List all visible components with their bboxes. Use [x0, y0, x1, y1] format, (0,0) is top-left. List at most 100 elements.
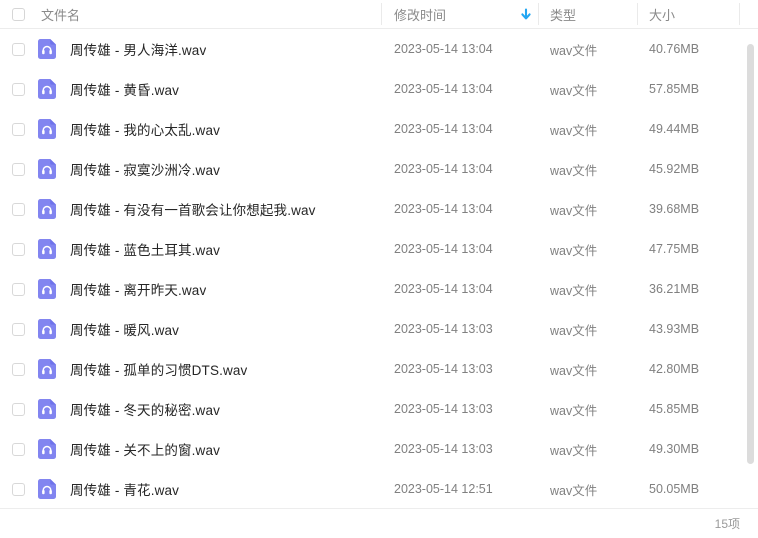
file-size-label: 45.85MB — [649, 402, 700, 416]
row-checkbox-cell[interactable] — [12, 189, 27, 229]
file-name-cell[interactable]: 周传雄 - 暖风.wav — [70, 309, 179, 349]
file-icon-cell — [38, 69, 58, 109]
row-checkbox-cell[interactable] — [12, 149, 27, 189]
row-checkbox-cell[interactable] — [12, 469, 27, 508]
row-checkbox[interactable] — [12, 362, 25, 376]
row-checkbox[interactable] — [12, 402, 25, 416]
table-row[interactable]: 周传雄 - 我的心太乱.wav 2023-05-14 13:04 wav文件 49.4… — [0, 109, 758, 149]
file-name-cell[interactable]: 周传雄 - 青花.wav — [70, 469, 179, 508]
audio-file-icon — [38, 79, 56, 99]
row-checkbox-cell[interactable] — [12, 349, 27, 389]
file-type-cell: wav文件 — [550, 349, 597, 389]
table-row[interactable]: 周传雄 - 青花.wav 2023-05-14 12:51 wav文件 50.05MB — [0, 469, 758, 508]
row-checkbox[interactable] — [12, 202, 25, 216]
table-row[interactable]: 周传雄 - 关不上的窗.wav 2023-05-14 13:03 wav文件 49.3… — [0, 429, 758, 469]
row-checkbox-cell[interactable] — [12, 109, 27, 149]
file-size-cell: 36.21MB — [649, 269, 699, 309]
audio-file-icon — [38, 239, 56, 259]
table-row[interactable]: 周传雄 - 寂寞沙洲冷.wav 2023-05-14 13:04 wav文件 45.9… — [0, 149, 758, 189]
table-row[interactable]: 周传雄 - 暖风.wav 2023-05-14 13:03 wav文件 43.93MB — [0, 309, 758, 349]
audio-file-icon — [38, 199, 56, 219]
file-name-cell[interactable]: 周传雄 - 男人海洋.wav — [70, 29, 206, 69]
column-divider-1[interactable] — [381, 3, 382, 25]
select-all-checkbox[interactable] — [12, 8, 25, 21]
audio-file-icon — [38, 359, 56, 379]
file-name-label: 周传雄 - 离开昨天.wav — [70, 283, 207, 298]
file-type-cell: wav文件 — [550, 429, 597, 469]
file-mtime-label: 2023-05-14 12:51 — [394, 482, 493, 496]
file-size-label: 40.76MB — [649, 42, 700, 56]
file-name-cell[interactable]: 周传雄 - 蓝色土耳其.wav — [70, 229, 220, 269]
row-checkbox[interactable] — [12, 482, 25, 496]
scrollbar-thumb[interactable] — [747, 44, 754, 464]
row-checkbox-cell[interactable] — [12, 229, 27, 269]
table-row[interactable]: 周传雄 - 黄昏.wav 2023-05-14 13:04 wav文件 57.85MB — [0, 69, 758, 109]
file-size-cell: 40.76MB — [649, 29, 699, 69]
file-size-cell: 47.75MB — [649, 229, 699, 269]
column-divider-2[interactable] — [538, 3, 539, 25]
file-name-label: 周传雄 - 孤单的习惯DTS.wav — [70, 363, 248, 378]
file-type-label: wav文件 — [550, 323, 598, 338]
table-row[interactable]: 周传雄 - 男人海洋.wav 2023-05-14 13:04 wav文件 40.76… — [0, 29, 758, 69]
row-checkbox-cell[interactable] — [12, 389, 27, 429]
row-checkbox[interactable] — [12, 442, 25, 456]
row-checkbox-cell[interactable] — [12, 429, 27, 469]
file-icon-cell — [38, 469, 58, 508]
file-mtime-label: 2023-05-14 13:04 — [394, 82, 493, 96]
file-type-cell: wav文件 — [550, 269, 597, 309]
row-checkbox[interactable] — [12, 82, 25, 96]
file-size-cell: 39.68MB — [649, 189, 699, 229]
file-name-cell[interactable]: 周传雄 - 有没有一首歌会让你想起我.wav — [70, 189, 316, 229]
column-header-name-label: 文件名 — [41, 8, 81, 23]
item-count-label: 15项 — [714, 517, 740, 531]
file-name-cell[interactable]: 周传雄 - 我的心太乱.wav — [70, 109, 220, 149]
file-name-cell[interactable]: 周传雄 - 黄昏.wav — [70, 69, 179, 109]
column-header-mtime-label: 修改时间 — [394, 8, 447, 23]
file-mtime-label: 2023-05-14 13:03 — [394, 402, 493, 416]
file-type-label: wav文件 — [550, 83, 598, 98]
file-type-label: wav文件 — [550, 243, 598, 258]
column-header-size[interactable]: 大小 — [649, 0, 675, 29]
row-checkbox[interactable] — [12, 322, 25, 336]
file-name-cell[interactable]: 周传雄 - 离开昨天.wav — [70, 269, 206, 309]
file-size-label: 57.85MB — [649, 82, 700, 96]
arrow-down-icon[interactable] — [519, 8, 533, 22]
row-checkbox-cell[interactable] — [12, 69, 27, 109]
row-checkbox[interactable] — [12, 42, 25, 56]
file-mtime-cell: 2023-05-14 13:04 — [394, 269, 493, 309]
table-row[interactable]: 周传雄 - 离开昨天.wav 2023-05-14 13:04 wav文件 36.21… — [0, 269, 758, 309]
row-checkbox-cell[interactable] — [12, 269, 27, 309]
table-row[interactable]: 周传雄 - 孤单的习惯DTS.wav 2023-05-14 13:03 wav文件 4… — [0, 349, 758, 389]
file-icon-cell — [38, 389, 58, 429]
file-type-cell: wav文件 — [550, 109, 597, 149]
file-icon-cell — [38, 109, 58, 149]
column-header-type-label: 类型 — [550, 8, 577, 23]
row-checkbox-cell[interactable] — [12, 309, 27, 349]
file-name-label: 周传雄 - 男人海洋.wav — [70, 43, 207, 58]
column-header-type[interactable]: 类型 — [550, 0, 576, 29]
row-checkbox[interactable] — [12, 122, 25, 136]
table-row[interactable]: 周传雄 - 冬天的秘密.wav 2023-05-14 13:03 wav文件 45.8… — [0, 389, 758, 429]
file-name-cell[interactable]: 周传雄 - 关不上的窗.wav — [70, 429, 220, 469]
audio-file-icon — [38, 319, 56, 339]
file-name-cell[interactable]: 周传雄 - 孤单的习惯DTS.wav — [70, 349, 247, 389]
file-size-label: 39.68MB — [649, 202, 700, 216]
file-name-cell[interactable]: 周传雄 - 冬天的秘密.wav — [70, 389, 220, 429]
column-divider-3[interactable] — [637, 3, 638, 25]
column-divider-4[interactable] — [739, 3, 740, 25]
audio-file-icon — [38, 39, 56, 59]
file-type-label: wav文件 — [550, 283, 598, 298]
file-name-label: 周传雄 - 黄昏.wav — [70, 83, 180, 98]
file-name-cell[interactable]: 周传雄 - 寂寞沙洲冷.wav — [70, 149, 220, 189]
audio-file-icon — [38, 439, 56, 459]
file-mtime-cell: 2023-05-14 13:04 — [394, 69, 493, 109]
row-checkbox[interactable] — [12, 242, 25, 256]
row-checkbox[interactable] — [12, 282, 25, 296]
row-checkbox[interactable] — [12, 162, 25, 176]
table-row[interactable]: 周传雄 - 蓝色土耳其.wav 2023-05-14 13:04 wav文件 47.7… — [0, 229, 758, 269]
table-row[interactable]: 周传雄 - 有没有一首歌会让你想起我.wav 2023-05-14 13:04 wa… — [0, 189, 758, 229]
column-header-name[interactable]: 文件名 — [41, 0, 80, 29]
column-header-mtime[interactable]: 修改时间 — [394, 0, 446, 29]
row-checkbox-cell[interactable] — [12, 29, 27, 69]
file-mtime-cell: 2023-05-14 13:03 — [394, 389, 493, 429]
